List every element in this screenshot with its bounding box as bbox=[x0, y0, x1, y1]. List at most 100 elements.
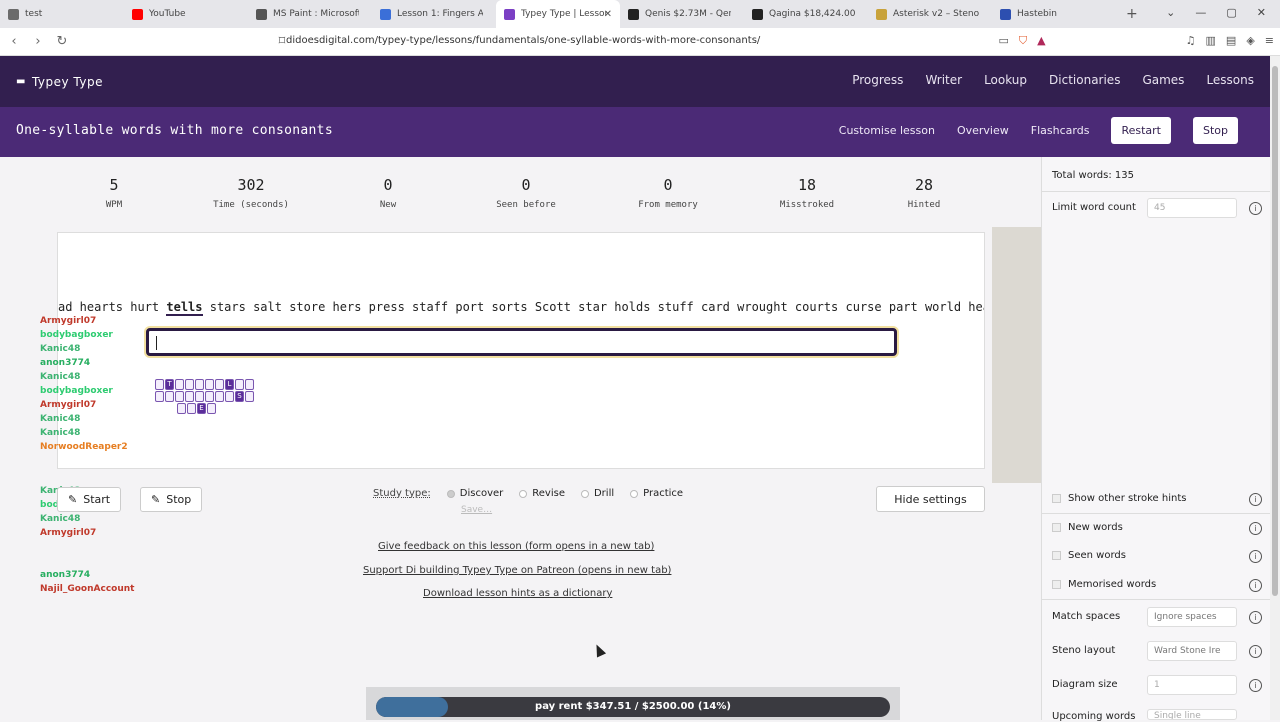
chat-line: Najil_GoonAccount bbox=[40, 584, 134, 594]
browser-tab[interactable]: test bbox=[0, 0, 124, 28]
lesson-title: One-syllable words with more consonants bbox=[16, 123, 333, 138]
info-icon[interactable]: i bbox=[1249, 522, 1262, 535]
radio-dot bbox=[446, 489, 455, 498]
new-words-option[interactable]: New words bbox=[1052, 522, 1123, 533]
info-icon[interactable]: i bbox=[1249, 679, 1262, 692]
hide-settings-button[interactable]: Hide settings bbox=[876, 486, 985, 512]
radio-label: Drill bbox=[593, 488, 615, 499]
screen-icon[interactable]: ▭ bbox=[999, 34, 1009, 48]
nav-progress[interactable]: Progress bbox=[852, 73, 903, 87]
chat-line: Kanic48 bbox=[40, 414, 80, 424]
chat-line: Kanic48 bbox=[40, 514, 80, 524]
info-icon[interactable]: i bbox=[1249, 202, 1262, 215]
show-other-hints-option[interactable]: Show other stroke hints bbox=[1052, 493, 1186, 504]
browser-tab[interactable]: Lesson 1: Fingers And Keys bbox=[372, 0, 496, 28]
restart-button[interactable]: Restart bbox=[1111, 117, 1171, 144]
flashcards-link[interactable]: Flashcards bbox=[1031, 124, 1090, 137]
radio-dot bbox=[580, 489, 589, 498]
browser-tab[interactable]: YouTube bbox=[124, 0, 248, 28]
stat-label: Seen before bbox=[496, 200, 556, 210]
nav-dictionaries[interactable]: Dictionaries bbox=[1049, 73, 1120, 87]
minimize-button[interactable]: — bbox=[1195, 6, 1206, 19]
checkbox[interactable] bbox=[1052, 523, 1061, 532]
upcoming-words-select[interactable]: Single line bbox=[1147, 709, 1237, 720]
checkbox[interactable] bbox=[1052, 580, 1061, 589]
menu-icon[interactable]: ≡ bbox=[1265, 34, 1274, 48]
browser-tab[interactable]: Typey Type | Lesson: ✕ bbox=[496, 0, 620, 28]
nav-lookup[interactable]: Lookup bbox=[984, 73, 1027, 87]
tab-favicon-icon bbox=[752, 8, 763, 20]
overview-link[interactable]: Overview bbox=[957, 124, 1009, 137]
logo-text: Typey Type bbox=[31, 74, 103, 89]
option-label: Memorised words bbox=[1068, 579, 1157, 590]
limit-word-count-label: Limit word count bbox=[1052, 202, 1136, 213]
rewards-icon[interactable]: ▲ bbox=[1037, 34, 1045, 48]
sidebar-icon[interactable]: ▥ bbox=[1206, 34, 1216, 48]
music-icon[interactable]: ♫ bbox=[1186, 34, 1196, 48]
close-window-button[interactable]: ✕ bbox=[1257, 6, 1266, 19]
study-type-label: Study type: bbox=[373, 488, 431, 499]
nav-games[interactable]: Games bbox=[1142, 73, 1184, 87]
goal-overlay: pay rent $347.51 / $2500.00 (14%) bbox=[366, 687, 900, 720]
info-icon[interactable]: i bbox=[1249, 550, 1262, 563]
info-icon[interactable]: i bbox=[1249, 579, 1262, 592]
browser-tab[interactable]: Qenis $2.73M - Qenis / S bbox=[620, 0, 744, 28]
save-link[interactable]: Save… bbox=[461, 505, 492, 515]
match-spaces-label: Match spaces bbox=[1052, 611, 1121, 622]
feedback-link[interactable]: Give feedback on this lesson (form opens… bbox=[378, 541, 654, 552]
study-revise-radio[interactable]: Revise bbox=[519, 488, 565, 499]
forward-icon[interactable]: › bbox=[28, 34, 48, 49]
brave-shield-icon[interactable]: ⛉ bbox=[1019, 34, 1027, 48]
stop-button[interactable]: ✎ Stop bbox=[140, 487, 203, 512]
info-icon[interactable]: i bbox=[1249, 493, 1262, 506]
info-icon[interactable]: i bbox=[1249, 611, 1262, 624]
browser-tab[interactable]: MS Paint : Microsoft Paint bbox=[248, 0, 372, 28]
study-practice-radio[interactable]: Practice bbox=[630, 488, 683, 499]
maximize-button[interactable]: ▢ bbox=[1226, 6, 1236, 19]
stat-label: New bbox=[379, 200, 397, 210]
new-tab-button[interactable]: + bbox=[1126, 6, 1138, 22]
match-spaces-select[interactable]: Ignore spaces bbox=[1147, 607, 1237, 627]
stat-item: 0 From memory bbox=[590, 176, 746, 210]
checkbox[interactable] bbox=[1052, 551, 1061, 560]
memorised-words-option[interactable]: Memorised words bbox=[1052, 579, 1156, 590]
stop-lesson-button[interactable]: Stop bbox=[1192, 117, 1238, 144]
site-logo[interactable]: ▬ Typey Type bbox=[16, 75, 103, 89]
address-bar[interactable]: didoesdigital.com/typey-type/lessons/fun… bbox=[286, 35, 760, 46]
radio-label: Revise bbox=[532, 488, 565, 499]
diagram-size-input[interactable]: 1 bbox=[1147, 675, 1237, 695]
checkbox[interactable] bbox=[1052, 494, 1061, 503]
start-button[interactable]: ✎ Start bbox=[57, 487, 122, 512]
stat-item: 18 Misstroked bbox=[746, 176, 868, 210]
tab-close-icon[interactable]: ✕ bbox=[604, 9, 612, 20]
info-icon[interactable]: i bbox=[1249, 645, 1262, 658]
radio-dot bbox=[519, 489, 528, 498]
stop-icon: ✎ bbox=[151, 493, 161, 506]
stat-label: Misstroked bbox=[779, 200, 835, 210]
customise-lesson-link[interactable]: Customise lesson bbox=[839, 124, 935, 137]
back-icon[interactable]: ‹ bbox=[4, 34, 24, 49]
nav-writer[interactable]: Writer bbox=[925, 73, 962, 87]
nav-lessons[interactable]: Lessons bbox=[1206, 73, 1254, 87]
material-after: stars salt store hers press staff port s… bbox=[209, 300, 984, 314]
browser-tab[interactable]: Asterisk v2 – StenoKeybo bbox=[868, 0, 992, 28]
patreon-link[interactable]: Support Di building Typey Type on Patreo… bbox=[363, 565, 671, 576]
seen-words-option[interactable]: Seen words bbox=[1052, 550, 1126, 561]
wallet-icon[interactable]: ▤ bbox=[1226, 34, 1236, 48]
study-discover-radio[interactable]: Discover bbox=[446, 488, 504, 499]
total-words: Total words: 135 bbox=[1052, 170, 1134, 181]
browser-tab[interactable]: Hastebin bbox=[992, 0, 1116, 28]
page-scrollbar[interactable] bbox=[1270, 56, 1280, 720]
tab-favicon-icon bbox=[1000, 8, 1011, 20]
download-hints-link[interactable]: Download lesson hints as a dictionary bbox=[423, 588, 612, 599]
steno-layout-select[interactable]: Ward Stone Ire bbox=[1147, 641, 1237, 661]
study-drill-radio[interactable]: Drill bbox=[580, 488, 615, 499]
tab-search-icon[interactable]: ⌄ bbox=[1166, 6, 1175, 19]
browser-tab[interactable]: Qagina $18,424.00 - Qag bbox=[744, 0, 868, 28]
vpn-icon[interactable]: ◈ bbox=[1246, 34, 1254, 48]
radio-label: Discover bbox=[459, 488, 504, 499]
stat-label: Time (seconds) bbox=[213, 200, 289, 210]
scroll-thumb[interactable] bbox=[1272, 66, 1278, 596]
reload-icon[interactable]: ↻ bbox=[52, 34, 72, 49]
limit-word-count-input[interactable]: 45 bbox=[1147, 198, 1237, 218]
